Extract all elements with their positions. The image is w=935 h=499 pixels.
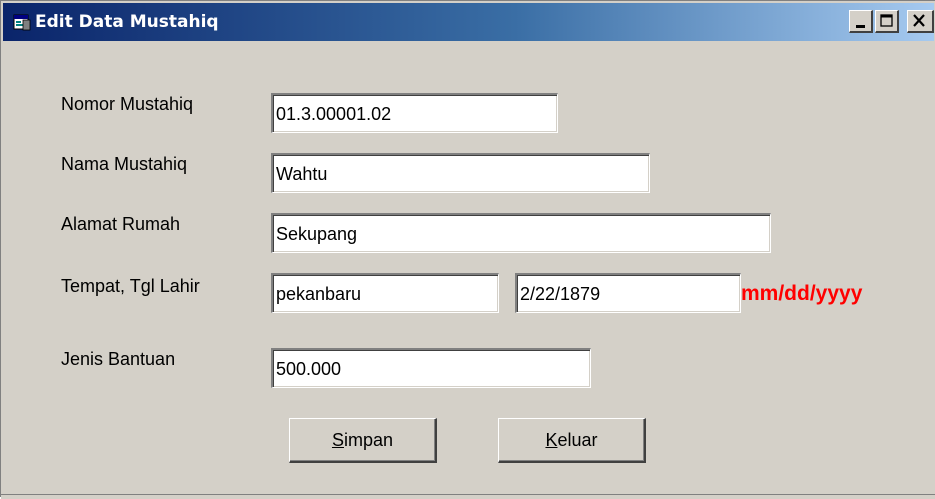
simpan-accelerator: S	[331, 430, 344, 450]
keluar-accelerator: K	[545, 430, 558, 450]
jenis-bantuan-label: Jenis Bantuan	[61, 349, 176, 369]
keluar-label-rest: eluar	[557, 430, 598, 450]
window-title: Edit Data Mustahiq	[35, 12, 219, 32]
alamat-rumah-input[interactable]: Sekupang	[271, 213, 771, 253]
minimize-button[interactable]	[849, 10, 873, 33]
edit-data-mustahiq-window: Edit Data Mustahiq Nomor Mustahiq 01.3.0…	[0, 0, 935, 499]
close-icon	[913, 14, 925, 27]
tempat-tgl-lahir-label: Tempat, Tgl Lahir	[61, 276, 200, 296]
form-body: Nomor Mustahiq 01.3.00001.02 Nama Mustah…	[3, 43, 935, 494]
nama-mustahiq-label: Nama Mustahiq	[61, 154, 188, 174]
form-app-icon	[13, 14, 31, 31]
simpan-label-rest: impan	[343, 430, 394, 450]
nomor-mustahiq-label: Nomor Mustahiq	[61, 94, 194, 114]
minimize-icon	[856, 25, 865, 28]
nomor-mustahiq-input[interactable]: 01.3.00001.02	[271, 93, 558, 133]
title-bar[interactable]: Edit Data Mustahiq	[3, 3, 934, 41]
nama-mustahiq-input[interactable]: Wahtu	[271, 153, 650, 193]
tanggal-lahir-input[interactable]: 2/22/1879	[515, 273, 741, 313]
simpan-button[interactable]: Simpan	[289, 418, 437, 463]
jenis-bantuan-input[interactable]: 500.000	[271, 348, 591, 388]
tempat-lahir-input[interactable]: pekanbaru	[271, 273, 499, 313]
date-format-hint: mm/dd/yyyy	[741, 282, 863, 305]
alamat-rumah-label: Alamat Rumah	[61, 214, 181, 234]
maximize-button[interactable]	[875, 10, 899, 33]
close-button[interactable]	[907, 10, 934, 33]
keluar-button[interactable]: Keluar	[498, 418, 646, 463]
maximize-icon	[880, 14, 893, 27]
